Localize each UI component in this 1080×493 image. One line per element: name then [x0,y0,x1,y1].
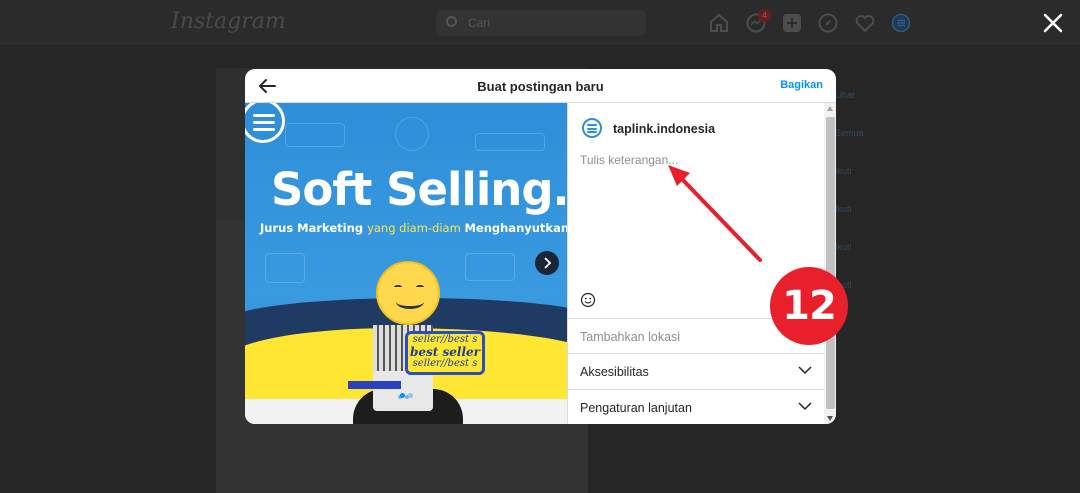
smiley-face-icon [376,261,440,325]
post-details-panel: taplink.indonesia Tambahkan lokasi Akses… [567,103,836,424]
search-bar: Cari [436,10,646,36]
media-subheadline: Jurus Marketing yang diam-diam Menghanyu… [260,221,567,235]
heart-icon [855,15,875,33]
add-location-label: Tambahkan lokasi [580,330,681,344]
speech-bubble: seller//best s best seller seller//best … [405,331,485,375]
chevron-right-icon [544,257,552,269]
new-post-icon [783,14,801,32]
search-placeholder: Cari [468,16,491,30]
panel-scrollbar[interactable] [824,103,836,424]
advanced-settings-row[interactable]: Pengaturan lanjutan [568,389,824,424]
dialog-title: Buat postingan baru [477,79,604,94]
search-icon [446,16,457,27]
media-preview: Soft Selling. Jurus Marketing yang diam-… [245,103,567,424]
username: taplink.indonesia [613,122,716,136]
instagram-logo: Instagram [171,9,286,34]
notification-badge: 4 [758,9,771,22]
advanced-settings-label: Pengaturan lanjutan [580,401,692,415]
caption-input[interactable] [580,153,810,283]
scroll-up-arrow[interactable] [827,106,833,111]
scroll-down-arrow[interactable] [827,416,833,421]
scroll-thumb[interactable] [826,117,835,409]
decoration [265,253,305,283]
media-headline: Soft Selling. [271,163,567,216]
carousel-dots [398,393,418,399]
emoji-icon[interactable] [580,292,596,308]
explore-icon [818,13,838,33]
close-icon[interactable] [1040,10,1066,36]
share-button[interactable]: Bagikan [780,79,823,91]
background-topbar: Instagram Cari 4 [0,0,1080,46]
chevron-down-icon [798,402,812,411]
step-number-badge: 12 [770,267,848,345]
dialog-header: Buat postingan baru Bagikan [245,69,836,103]
next-image-button[interactable] [535,251,559,275]
user-avatar [582,118,602,138]
decoration [285,123,345,147]
decoration [475,133,545,151]
accessibility-row[interactable]: Aksesibilitas [568,353,824,388]
chevron-down-icon [798,366,812,375]
laptop-illustration [373,371,433,411]
profile-avatar-icon [891,13,911,33]
blue-accent-bar [348,381,401,389]
create-post-dialog: Buat postingan baru Bagikan Soft Selling… [245,69,836,424]
decoration [395,117,429,151]
home-icon [710,13,728,32]
accessibility-label: Aksesibilitas [580,365,649,379]
decoration [465,253,515,281]
